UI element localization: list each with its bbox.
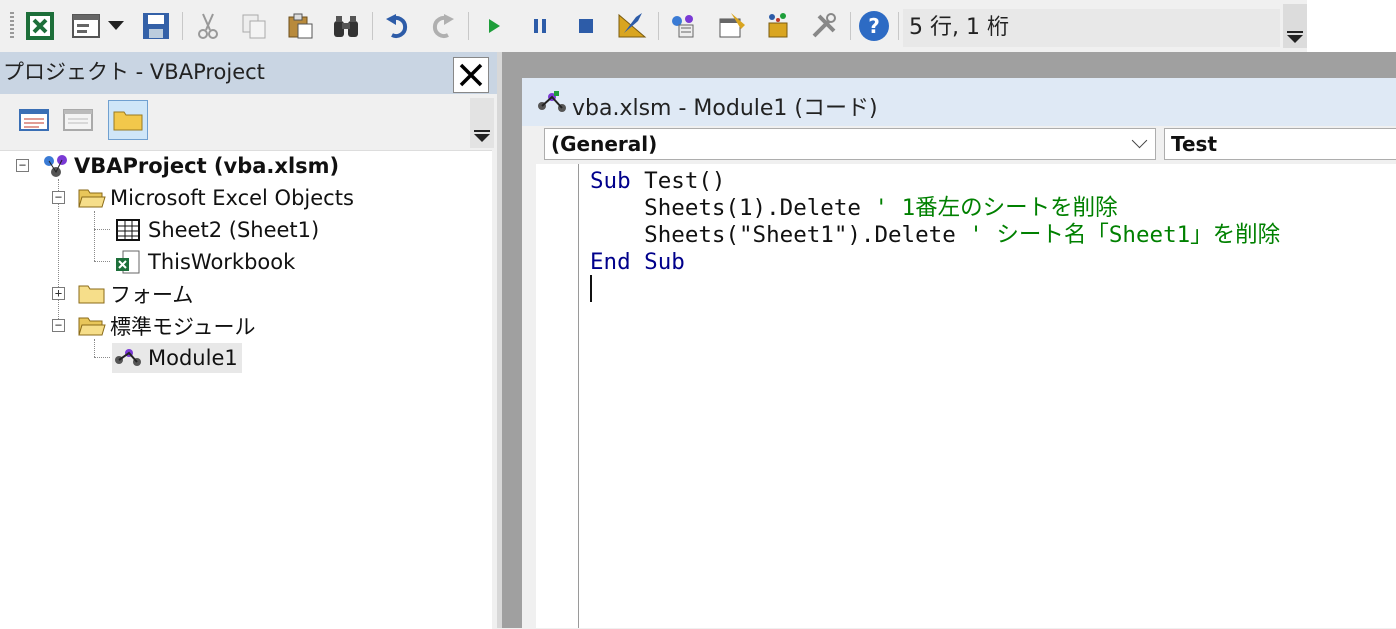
code-text: Sheets("Sheet1").Delete: [590, 222, 970, 248]
view-object-button[interactable]: [58, 100, 98, 140]
open-folder-icon: [78, 185, 106, 211]
chevron-down-icon: [1131, 132, 1148, 149]
module-icon: [112, 345, 144, 371]
text-caret: [590, 275, 592, 302]
insert-dropdown-icon[interactable]: [104, 10, 128, 42]
cursor-position-status: 5 行, 1 桁: [903, 9, 1280, 47]
object-combo[interactable]: (General): [544, 128, 1156, 160]
code-comment: ' シート名「Sheet1」を削除: [969, 222, 1281, 248]
project-toolbar-options-button[interactable]: [470, 98, 494, 148]
svg-text:?: ?: [868, 14, 880, 38]
collapse-toggle[interactable]: −: [16, 159, 29, 172]
code-keyword: Sub: [590, 168, 631, 194]
design-mode-icon[interactable]: [616, 10, 648, 42]
view-code-button[interactable]: [14, 100, 54, 140]
code-text: Sheets(1).Delete: [590, 195, 875, 221]
worksheet-icon: [112, 217, 144, 243]
paste-icon[interactable]: [284, 10, 316, 42]
code-window-left-border: [522, 164, 536, 628]
code-keyword: End Sub: [590, 249, 685, 275]
object-browser-icon[interactable]: [762, 10, 794, 42]
view-excel-icon[interactable]: [24, 10, 56, 42]
redo-icon[interactable]: [426, 10, 458, 42]
tree-item-label: フォーム: [110, 283, 194, 307]
project-tree: − VBAProject (vba.xlsm) − Microsoft Exce…: [0, 150, 492, 629]
open-folder-icon: [78, 313, 106, 339]
standard-toolbar: ? 5 行, 1 桁: [0, 0, 1396, 52]
code-line[interactable]: Sheets(1).Delete ' 1番左のシートを削除: [590, 195, 1280, 222]
project-explorer-panel: プロジェクト - VBAProject − VBAProject (vba.xl…: [0, 52, 497, 629]
code-comment: ' 1番左のシートを削除: [874, 195, 1118, 221]
code-line[interactable]: Sub Test(): [590, 168, 1280, 195]
cut-icon[interactable]: [192, 10, 224, 42]
tree-item-label: Sheet2 (Sheet1): [148, 218, 320, 242]
collapse-toggle[interactable]: −: [52, 319, 65, 332]
properties-window-icon[interactable]: [716, 10, 748, 42]
tree-item-label: 標準モジュール: [110, 315, 256, 339]
close-icon: [459, 63, 483, 87]
copy-icon[interactable]: [238, 10, 270, 42]
code-line[interactable]: Sheets("Sheet1").Delete ' シート名「Sheet1」を削…: [590, 222, 1280, 249]
project-explorer-toolbar: [0, 94, 497, 150]
code-line[interactable]: End Sub: [590, 249, 1280, 276]
view-code-icon: [19, 109, 49, 131]
toolbar-grip[interactable]: [10, 12, 14, 40]
tree-item-modules[interactable]: 標準モジュール: [78, 311, 256, 341]
collapse-toggle[interactable]: −: [52, 191, 65, 204]
folder-icon: [113, 111, 143, 131]
code-window-title-bar[interactable]: vba.xlsm - Module1 (コード): [522, 78, 1396, 126]
reset-icon[interactable]: [570, 10, 602, 42]
save-icon[interactable]: [140, 10, 172, 42]
expand-toggle[interactable]: +: [52, 287, 65, 300]
tree-item-label: VBAProject (vba.xlsm): [74, 154, 340, 178]
close-button[interactable]: [453, 57, 489, 93]
procedure-combo-value: Test: [1171, 132, 1218, 156]
tree-item-module1[interactable]: Module1: [112, 343, 242, 373]
code-line[interactable]: [590, 276, 1280, 303]
procedure-combo[interactable]: Test: [1164, 128, 1396, 160]
find-icon[interactable]: [330, 10, 362, 42]
code-window-title: vba.xlsm - Module1 (コード): [572, 96, 878, 121]
project-explorer-title: プロジェクト - VBAProject: [3, 60, 265, 84]
project-explorer-title-bar[interactable]: プロジェクト - VBAProject: [0, 52, 497, 94]
breakpoint-margin[interactable]: [536, 164, 579, 628]
code-editor[interactable]: Sub Test() Sheets(1).Delete ' 1番左のシートを削除…: [590, 168, 1280, 303]
tree-item-label: ThisWorkbook: [148, 250, 296, 274]
folder-icon: [78, 281, 106, 307]
view-object-icon: [63, 109, 93, 131]
project-explorer-icon[interactable]: [668, 10, 700, 42]
module-icon: [536, 88, 568, 120]
help-icon[interactable]: ?: [858, 10, 890, 42]
tree-item-vbaproject[interactable]: VBAProject (vba.xlsm): [42, 151, 339, 181]
tree-item-forms[interactable]: フォーム: [78, 279, 193, 309]
tree-item-excel-objects[interactable]: Microsoft Excel Objects: [78, 183, 354, 213]
undo-icon[interactable]: [382, 10, 414, 42]
code-window: vba.xlsm - Module1 (コード) (General) Test …: [522, 78, 1396, 628]
break-icon[interactable]: [524, 10, 556, 42]
toggle-folders-button[interactable]: [108, 100, 148, 140]
insert-userform-icon[interactable]: [70, 10, 102, 42]
toolbox-icon[interactable]: [808, 10, 840, 42]
vba-project-icon: [42, 153, 70, 179]
run-icon[interactable]: [478, 10, 510, 42]
toolbar-empty-area: [1307, 0, 1396, 52]
tree-item-sheet2[interactable]: Sheet2 (Sheet1): [112, 215, 319, 245]
tree-item-label: Microsoft Excel Objects: [110, 186, 354, 210]
tree-item-label: Module1: [148, 346, 238, 370]
workbook-icon: [112, 249, 144, 275]
code-text: Test(): [630, 168, 726, 194]
tree-item-thisworkbook[interactable]: ThisWorkbook: [112, 247, 295, 277]
toolbar-options-button[interactable]: [1283, 4, 1307, 48]
combo-bar: (General) Test: [522, 126, 1396, 164]
object-combo-value: (General): [551, 132, 658, 156]
